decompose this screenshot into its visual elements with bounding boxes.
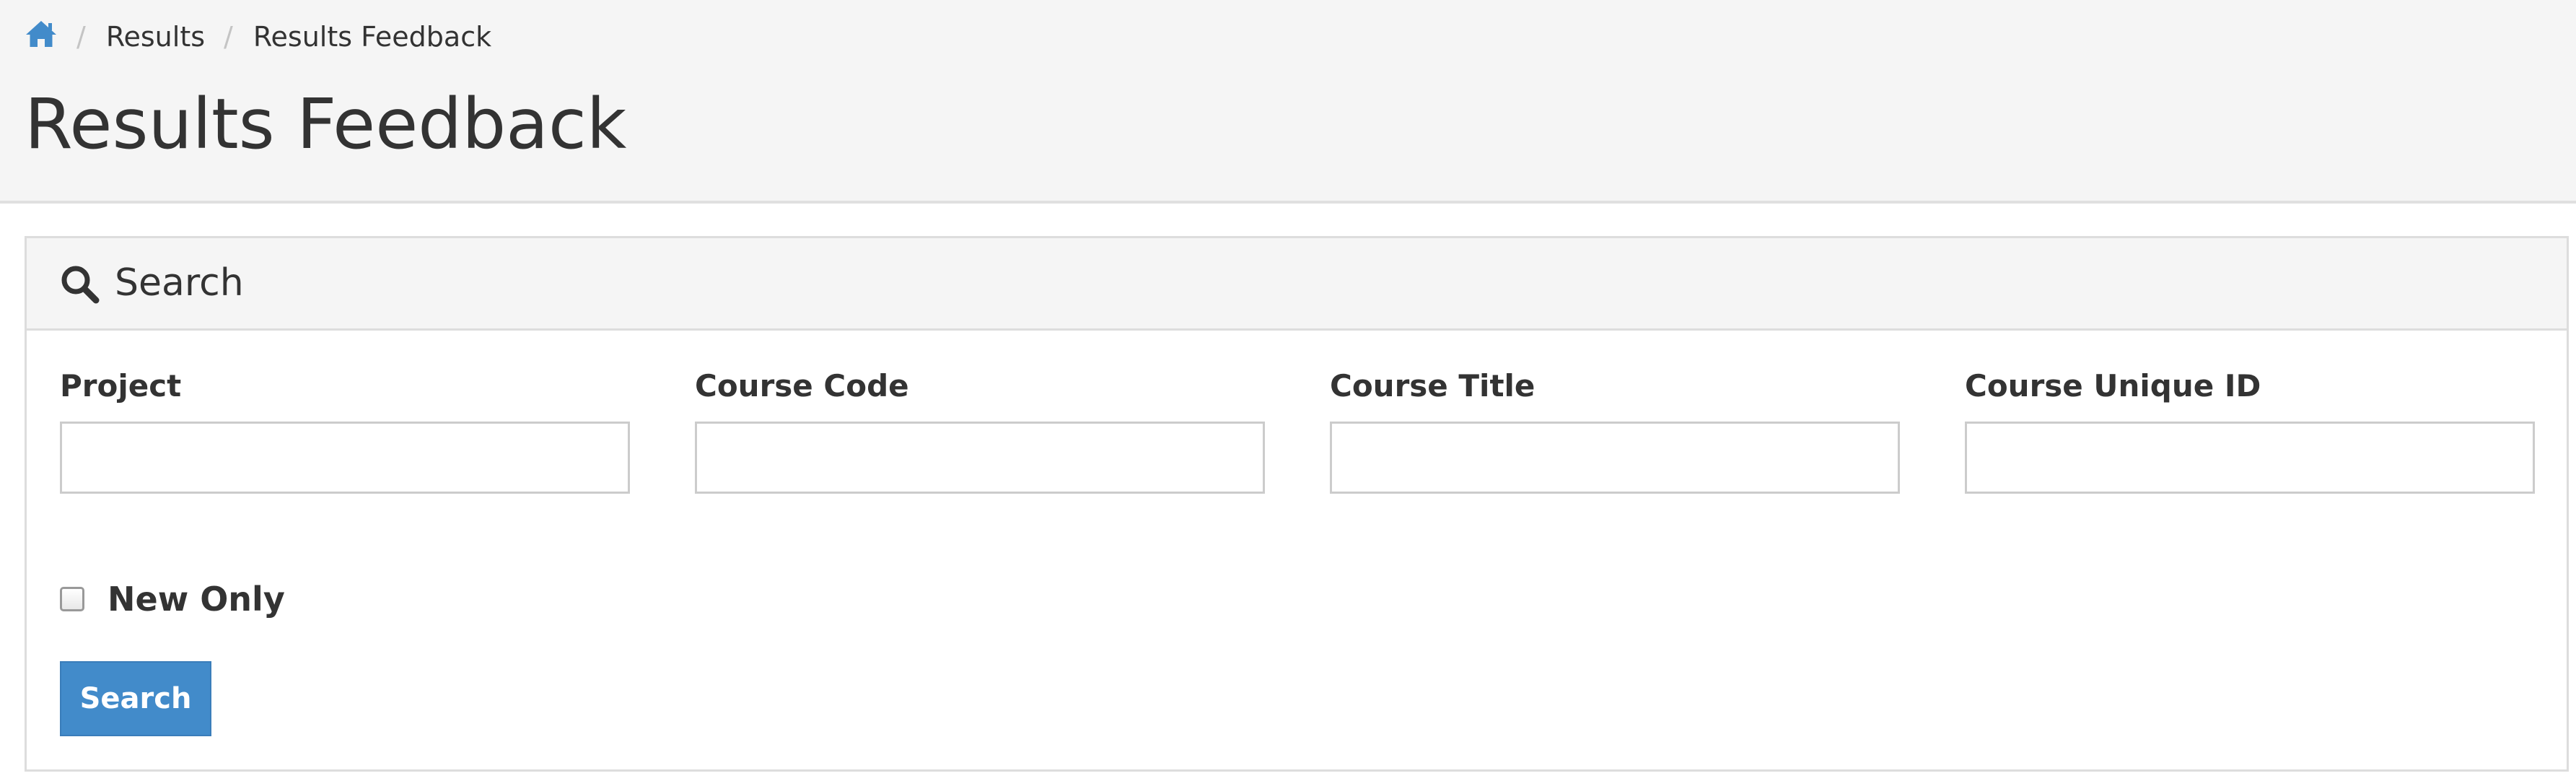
search-panel-title: Search	[115, 261, 244, 305]
new-only-label[interactable]: New Only	[108, 580, 285, 619]
breadcrumb-separator: /	[224, 21, 233, 53]
breadcrumb-item-results[interactable]: Results	[106, 21, 205, 53]
search-icon	[60, 264, 100, 307]
breadcrumb-home-link[interactable]	[25, 19, 58, 55]
search-panel-heading: Search	[27, 238, 2567, 331]
page-title: Results Feedback	[25, 84, 627, 165]
course-code-input[interactable]	[695, 422, 1265, 494]
breadcrumb-item-results-feedback: Results Feedback	[253, 21, 492, 53]
new-only-row: New Only	[60, 577, 285, 621]
search-panel: Search Project Course Code Course Title …	[25, 236, 2569, 772]
search-button[interactable]: Search	[60, 661, 211, 736]
breadcrumb: / Results / Results Feedback	[25, 20, 491, 53]
project-input[interactable]	[60, 422, 630, 494]
course-unique-id-label: Course Unique ID	[1965, 368, 2261, 403]
page: / Results / Results Feedback Results Fee…	[0, 0, 2576, 781]
project-label: Project	[60, 368, 182, 403]
breadcrumb-separator: /	[76, 21, 86, 53]
course-code-label: Course Code	[695, 368, 909, 403]
course-title-input[interactable]	[1330, 422, 1900, 494]
new-only-checkbox[interactable]	[60, 587, 84, 611]
home-icon	[25, 19, 58, 55]
course-unique-id-input[interactable]	[1965, 422, 2535, 494]
course-title-label: Course Title	[1330, 368, 1535, 403]
page-header: / Results / Results Feedback Results Fee…	[0, 0, 2576, 204]
